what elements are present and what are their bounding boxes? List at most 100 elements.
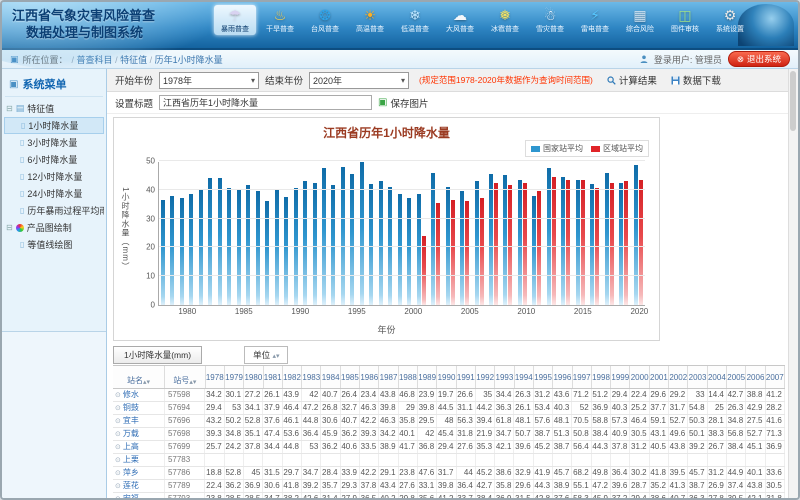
value-cell <box>283 454 302 466</box>
download-button[interactable]: 数据下载 <box>671 73 721 87</box>
station-name-cell[interactable]: ⊙安福 <box>113 493 165 498</box>
radio-icon[interactable]: ⊙ <box>115 444 121 451</box>
bar-national-1981 <box>189 194 193 305</box>
y-tick-label: 10 <box>146 272 155 281</box>
value-cell: 29.5 <box>418 415 437 427</box>
y-tick-label: 40 <box>146 185 155 194</box>
nav-item-5[interactable]: ☁大风普查 <box>439 5 481 35</box>
year-column-header-1993: 1993 <box>495 366 514 388</box>
tree-toggle-icon[interactable]: ⊟ <box>6 223 13 232</box>
value-cell <box>611 454 630 466</box>
table-header-row: 站名 ▴▾站号 ▴▾197819791980198119821983198419… <box>113 366 785 389</box>
value-cell: 31.2 <box>630 441 649 453</box>
save-image-button[interactable]: ▣ 保存图片 <box>378 96 428 110</box>
radio-icon[interactable]: ⊙ <box>115 470 121 477</box>
value-cell: 40.3 <box>611 402 630 414</box>
value-cell: 48.1 <box>553 415 572 427</box>
sidebar-item-0-4[interactable]: ▯24小时降水量 <box>4 185 104 202</box>
nav-item-4[interactable]: ❄低温普查 <box>394 5 436 35</box>
value-cell: 25 <box>708 402 727 414</box>
value-cell: 54.8 <box>688 402 707 414</box>
value-cell: 37.2 <box>611 493 630 498</box>
station-name-cell[interactable]: ⊙宜丰 <box>113 415 165 427</box>
value-cell: 43.9 <box>283 389 302 401</box>
value-cell: 37.6 <box>263 415 282 427</box>
value-cell <box>225 454 244 466</box>
chart-title-input[interactable] <box>159 95 372 110</box>
nav-item-3[interactable]: ☀高温普查 <box>349 5 391 35</box>
year-column-header-1986: 1986 <box>360 366 379 388</box>
sidebar-item-0-3[interactable]: ▯12小时降水量 <box>4 168 104 185</box>
bar-group-2020 <box>634 162 643 305</box>
station-id-column-header[interactable]: 站号 ▴▾ <box>165 366 206 388</box>
nav-item-2[interactable]: ❂台风普查 <box>304 5 346 35</box>
station-name-cell[interactable]: ⊙萍乡 <box>113 467 165 479</box>
station-id-cell: 57696 <box>165 415 205 427</box>
nav-item-label: 雷电普查 <box>581 26 609 33</box>
unit-filter-button[interactable]: 单位 ▴▾ <box>244 346 288 364</box>
value-cell <box>553 454 572 466</box>
radio-icon[interactable]: ⊙ <box>115 405 121 412</box>
measure-button[interactable]: 1小时降水量(mm) <box>113 346 202 364</box>
sidebar-item-0-0[interactable]: ▯1小时降水量 <box>4 117 104 134</box>
station-name-cell[interactable]: ⊙修水 <box>113 389 165 401</box>
value-cell: 38.9 <box>379 441 398 453</box>
radio-icon[interactable]: ⊙ <box>115 431 121 438</box>
sidebar-item-0-5[interactable]: ▯历年暴雨过程平均雨量 <box>4 202 104 219</box>
y-tick-label: 50 <box>146 157 155 166</box>
nav-item-1[interactable]: ♨干旱普查 <box>259 5 301 35</box>
bar-national-2004 <box>407 198 411 305</box>
station-name-cell[interactable]: ⊙上高 <box>113 441 165 453</box>
sidebar-title: ▣ 系统菜单 <box>5 72 103 97</box>
value-cell: 39.4 <box>476 415 495 427</box>
value-cell: 58.8 <box>592 415 611 427</box>
bar-regional-2011 <box>508 185 512 305</box>
radio-icon[interactable]: ⊙ <box>115 483 121 490</box>
bar-national-1980 <box>180 198 184 305</box>
bar-group-1984 <box>218 162 222 305</box>
vertical-scrollbar[interactable] <box>788 69 798 500</box>
sidebar-item-0-2[interactable]: ▯6小时降水量 <box>4 151 104 168</box>
bar-national-1996 <box>331 185 335 305</box>
station-name-cell[interactable]: ⊙铜鼓 <box>113 402 165 414</box>
user-box: 登录用户: 管理员 ⊗ 退出系统 <box>640 51 790 67</box>
year-column-header-1992: 1992 <box>476 366 495 388</box>
radio-icon[interactable]: ⊙ <box>115 496 121 498</box>
x-tick-label: 1985 <box>235 307 253 316</box>
value-cell: 26.3 <box>727 402 746 414</box>
nav-item-label: 大风普查 <box>446 26 474 33</box>
value-cell: 34.1 <box>244 402 263 414</box>
sidebar-group-1[interactable]: ⊟产品图绘制 <box>4 219 104 236</box>
start-year-select[interactable]: 1978年▾ <box>159 72 259 89</box>
value-cell <box>321 454 340 466</box>
value-cell: 52 <box>572 402 591 414</box>
value-cell: 36.9 <box>244 480 263 492</box>
nav-item-8[interactable]: ⚡雷电普查 <box>574 5 616 35</box>
nav-item-6[interactable]: ❅冰雹普查 <box>484 5 526 35</box>
radio-icon[interactable]: ⊙ <box>115 457 121 464</box>
user-icon <box>640 55 648 63</box>
value-cell: 38.7 <box>534 428 553 440</box>
nav-item-10[interactable]: ◫图件审核 <box>664 5 706 35</box>
logout-button[interactable]: ⊗ 退出系统 <box>728 51 790 67</box>
nav-item-7[interactable]: ☃雪灾普查 <box>529 5 571 35</box>
radio-icon[interactable]: ⊙ <box>115 418 121 425</box>
end-year-select[interactable]: 2020年▾ <box>309 72 409 89</box>
station-name-cell[interactable]: ⊙万载 <box>113 428 165 440</box>
sidebar-item-0-1[interactable]: ▯3小时降水量 <box>4 134 104 151</box>
nav-item-0[interactable]: ☂暴雨普查 <box>214 5 256 35</box>
nav-item-9[interactable]: ▦综合风险 <box>619 5 661 35</box>
calculate-button[interactable]: 计算结果 <box>607 73 657 87</box>
station-name-cell[interactable]: ⊙上栗 <box>113 454 165 466</box>
sidebar-group-0[interactable]: ⊟▤特征值 <box>4 100 104 117</box>
radio-icon[interactable]: ⊙ <box>115 392 121 399</box>
station-column-header[interactable]: 站名 ▴▾ <box>113 366 165 388</box>
nav-item-11[interactable]: ⚙系统设置 <box>709 5 751 35</box>
bar-national-1983 <box>208 178 212 305</box>
bar-group-2013 <box>532 162 541 305</box>
value-cell: 41.2 <box>766 389 785 401</box>
station-name-cell[interactable]: ⊙莲花 <box>113 480 165 492</box>
tree-toggle-icon[interactable]: ⊟ <box>6 104 13 113</box>
sidebar-item-1-0[interactable]: ▯等值线绘图 <box>4 236 104 253</box>
bar-group-2019 <box>619 162 628 305</box>
